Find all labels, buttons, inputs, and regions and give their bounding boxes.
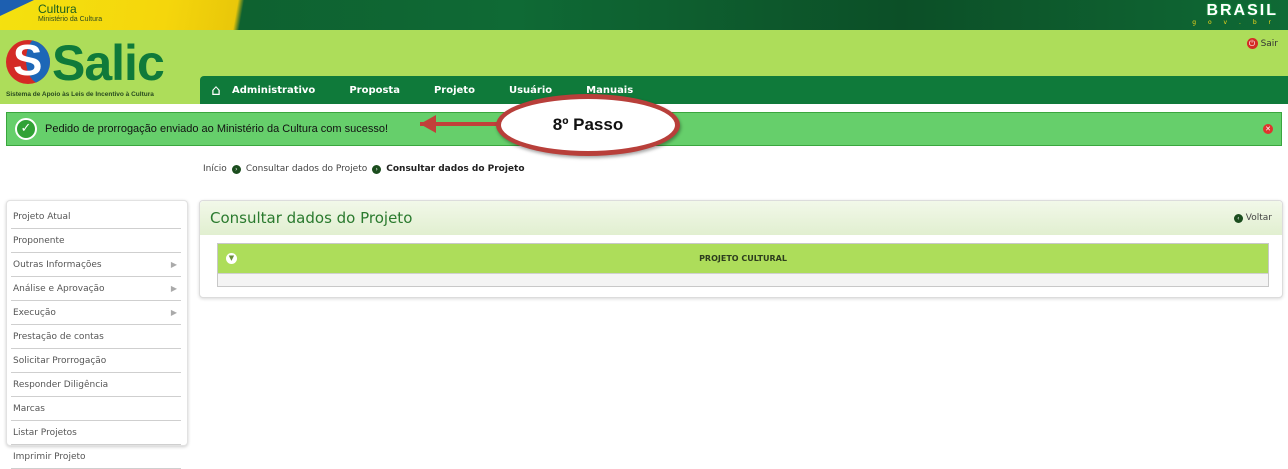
sidebar-item-analise-aprovacao[interactable]: Análise e Aprovação ▶ [11,277,181,301]
chevron-down-icon[interactable]: ▼ [226,253,237,264]
project-section-header[interactable]: ▼ PROJETO CULTURAL [218,244,1268,273]
sidebar-item-label: Execução [13,307,56,318]
sidebar-item-proponente[interactable]: Proponente [11,229,181,253]
salic-logo[interactable]: S Salic Sistema de Apoio às Leis de Ince… [4,35,196,104]
chevron-right-icon: ▶ [170,284,177,293]
step-annotation-label: 8º Passo [552,115,624,134]
chevron-right-icon: › [231,164,241,174]
sidebar-item-label: Marcas [13,403,45,414]
breadcrumb-current: Consultar dados do Projeto [386,164,525,174]
close-icon[interactable]: ✕ [1263,124,1273,134]
sidebar-item-label: Outras Informações [13,259,102,270]
breadcrumb-home[interactable]: Início [203,164,227,174]
logout-label: Sair [1260,38,1278,49]
logout-button[interactable]: ⏻ Sair [1246,38,1278,49]
logo-text: Salic [52,35,165,91]
gov-bar: Cultura Ministério da Cultura BRASIL g o… [0,0,1288,30]
sidebar-item-marcas[interactable]: Marcas [11,397,181,421]
main-nav: ⌂ Administrativo Proposta Projeto Usuári… [200,76,1288,104]
sidebar-item-label: Solicitar Prorrogação [13,355,107,366]
sidebar-item-label: Responder Diligência [13,379,109,390]
gov-title[interactable]: Cultura [38,3,77,15]
brasil-logo[interactable]: BRASIL [1206,2,1278,20]
sidebar-item-label: Imprimir Projeto [13,451,86,462]
sidebar-item-label: Proponente [13,235,65,246]
sidebar-item-label: Listar Projetos [13,427,77,438]
sidebar-item-execucao[interactable]: Execução ▶ [11,301,181,325]
gov-subtitle: Ministério da Cultura [38,16,103,23]
sidebar-item-label: Análise e Aprovação [13,283,105,294]
page-title: Consultar dados do Projeto [210,209,413,227]
sidebar-item-label: Projeto Atual [13,211,71,222]
sidebar-item-projeto-atual[interactable]: Projeto Atual [11,205,181,229]
sidebar-item-solicitar-prorrogacao[interactable]: Solicitar Prorrogação [11,349,181,373]
nav-item-administrativo[interactable]: Administrativo [232,85,315,96]
sidebar-item-prestacao-contas[interactable]: Prestação de contas [11,325,181,349]
panel-header: Consultar dados do Projeto ‹ Voltar [200,201,1282,235]
sidebar-item-outras-informacoes[interactable]: Outras Informações ▶ [11,253,181,277]
chevron-right-icon: › [372,164,382,174]
home-icon[interactable]: ⌂ [200,81,232,99]
breadcrumb-level1[interactable]: Consultar dados do Projeto [246,164,367,174]
salic-logo-icon: S [6,40,50,84]
gov-bar-corner [0,0,34,16]
project-section: ▼ PROJETO CULTURAL [217,243,1269,287]
project-section-title: PROJETO CULTURAL [699,254,787,263]
step-annotation: 8º Passo [496,94,680,156]
annotation-arrow-head [420,115,436,133]
check-icon: ✓ [15,118,37,140]
sidebar: Projeto Atual Proponente Outras Informaç… [6,200,188,469]
success-message-text: Pedido de prorrogação enviado ao Ministé… [45,123,389,135]
sidebar-item-label: Prestação de contas [13,331,104,342]
main-panel: Consultar dados do Projeto ‹ Voltar ▼ PR… [199,200,1283,298]
project-section-body [218,273,1268,286]
gov-br-label: g o v . b r [1192,19,1276,26]
nav-item-proposta[interactable]: Proposta [349,85,400,96]
nav-item-usuario[interactable]: Usuário [509,85,552,96]
back-button[interactable]: ‹ Voltar [1233,213,1272,223]
chevron-right-icon: ▶ [170,308,177,317]
sidebar-item-listar-projetos[interactable]: Listar Projetos [11,421,181,445]
chevron-left-icon: ‹ [1233,213,1243,223]
sidebar-item-responder-diligencia[interactable]: Responder Diligência [11,373,181,397]
power-icon: ⏻ [1246,38,1258,49]
nav-item-projeto[interactable]: Projeto [434,85,475,96]
breadcrumb: Início › Consultar dados do Projeto › Co… [203,164,525,174]
sidebar-item-imprimir-projeto[interactable]: Imprimir Projeto [11,445,181,469]
logo-tagline: Sistema de Apoio às Leis de Incentivo à … [6,91,154,98]
chevron-right-icon: ▶ [170,260,177,269]
back-label: Voltar [1245,213,1272,223]
